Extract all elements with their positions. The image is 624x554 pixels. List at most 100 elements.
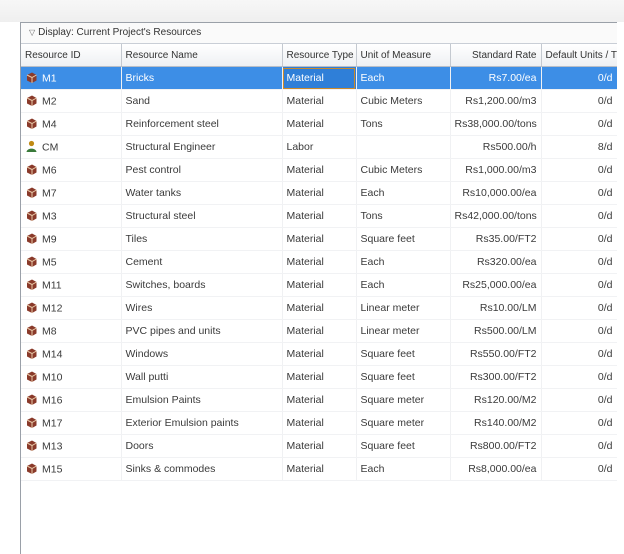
cell-resource-type[interactable]: Material	[282, 411, 357, 435]
cell-default-units[interactable]: 0/d	[541, 388, 617, 412]
cell-standard-rate[interactable]: Rs320.00/ea	[450, 250, 542, 274]
table-row[interactable]: M9 Tiles Material Square feet Rs35.00/FT2 0/d	[21, 227, 617, 251]
table-row[interactable]: M10 Wall putti Material Square feet Rs300.00…	[21, 365, 617, 389]
cell-resource-type[interactable]: Labor	[282, 135, 357, 159]
cell-resource-name[interactable]: Sinks & commodes	[121, 457, 283, 481]
cell-resource-type[interactable]: Material	[282, 158, 357, 182]
cell-resource-name[interactable]: Pest control	[121, 158, 283, 182]
cell-unit-of-measure[interactable]: Linear meter	[356, 296, 451, 320]
column-header-standard-rate[interactable]: Standard Rate	[450, 44, 542, 67]
cell-default-units[interactable]: 0/d	[541, 204, 617, 228]
cell-standard-rate[interactable]: Rs7.00/ea	[450, 66, 542, 90]
cell-resource-type[interactable]: Material	[282, 434, 357, 458]
cell-default-units[interactable]: 0/d	[541, 181, 617, 205]
cell-standard-rate[interactable]: Rs140.00/M2	[450, 411, 542, 435]
cell-resource-type[interactable]: Material	[282, 66, 357, 90]
cell-resource-type[interactable]: Material	[282, 112, 357, 136]
cell-resource-id[interactable]: M11	[21, 273, 122, 297]
cell-default-units[interactable]: 0/d	[541, 89, 617, 113]
cell-resource-id[interactable]: M7	[21, 181, 122, 205]
cell-unit-of-measure[interactable]: Square meter	[356, 388, 451, 412]
cell-resource-type[interactable]: Material	[282, 181, 357, 205]
cell-resource-name[interactable]: Structural Engineer	[121, 135, 283, 159]
cell-unit-of-measure[interactable]: Square meter	[356, 411, 451, 435]
cell-unit-of-measure[interactable]: Each	[356, 457, 451, 481]
cell-resource-type[interactable]: Material	[282, 273, 357, 297]
cell-resource-id[interactable]: M16	[21, 388, 122, 412]
cell-resource-name[interactable]: Wires	[121, 296, 283, 320]
cell-resource-type[interactable]: Material	[282, 457, 357, 481]
cell-unit-of-measure[interactable]: Cubic Meters	[356, 158, 451, 182]
cell-default-units[interactable]: 0/d	[541, 457, 617, 481]
cell-default-units[interactable]: 0/d	[541, 434, 617, 458]
table-row[interactable]: M15 Sinks & commodes Material Each Rs8,000.0…	[21, 457, 617, 481]
cell-resource-name[interactable]: Bricks	[121, 66, 283, 90]
cell-resource-type[interactable]: Material	[282, 204, 357, 228]
cell-resource-type[interactable]: Material	[282, 89, 357, 113]
cell-resource-id[interactable]: M8	[21, 319, 122, 343]
cell-standard-rate[interactable]: Rs1,000.00/m3	[450, 158, 542, 182]
table-row[interactable]: M1 Bricks Material Each Rs7.00/ea 0/d	[21, 66, 617, 90]
table-row[interactable]: M3 Structural steel Material Tons Rs42,000.0…	[21, 204, 617, 228]
cell-default-units[interactable]: 0/d	[541, 365, 617, 389]
cell-standard-rate[interactable]: Rs35.00/FT2	[450, 227, 542, 251]
cell-standard-rate[interactable]: Rs500.00/h	[450, 135, 542, 159]
cell-unit-of-measure[interactable]: Each	[356, 181, 451, 205]
cell-default-units[interactable]: 0/d	[541, 411, 617, 435]
cell-standard-rate[interactable]: Rs38,000.00/tons	[450, 112, 542, 136]
cell-resource-name[interactable]: Cement	[121, 250, 283, 274]
cell-resource-id[interactable]: CM	[21, 135, 122, 159]
cell-resource-name[interactable]: Reinforcement steel	[121, 112, 283, 136]
cell-default-units[interactable]: 0/d	[541, 112, 617, 136]
cell-resource-id[interactable]: M4	[21, 112, 122, 136]
cell-unit-of-measure[interactable]: Square feet	[356, 342, 451, 366]
display-filter-bar[interactable]: ▽ Display: Current Project's Resources	[21, 23, 617, 44]
cell-resource-type[interactable]: Material	[282, 250, 357, 274]
column-header-resource-name[interactable]: Resource Name	[121, 44, 283, 67]
table-row[interactable]: M8 PVC pipes and units Material Linear mete…	[21, 319, 617, 343]
cell-resource-name[interactable]: Sand	[121, 89, 283, 113]
cell-resource-id[interactable]: M15	[21, 457, 122, 481]
cell-resource-type[interactable]: Material	[282, 296, 357, 320]
cell-unit-of-measure[interactable]: Square feet	[356, 434, 451, 458]
cell-unit-of-measure[interactable]	[356, 135, 451, 159]
cell-resource-id[interactable]: M13	[21, 434, 122, 458]
cell-unit-of-measure[interactable]: Each	[356, 66, 451, 90]
cell-resource-type[interactable]: Material	[282, 227, 357, 251]
cell-resource-name[interactable]: Wall putti	[121, 365, 283, 389]
table-row[interactable]: M5 Cement Material Each Rs320.00/ea 0/d	[21, 250, 617, 274]
cell-resource-id[interactable]: M1	[21, 66, 122, 90]
cell-standard-rate[interactable]: Rs120.00/M2	[450, 388, 542, 412]
cell-resource-type[interactable]: Material	[282, 365, 357, 389]
cell-resource-id[interactable]: M3	[21, 204, 122, 228]
cell-resource-id[interactable]: M17	[21, 411, 122, 435]
cell-default-units[interactable]: 8/d	[541, 135, 617, 159]
table-row[interactable]: M6 Pest control Material Cubic Meters Rs1,00…	[21, 158, 617, 182]
cell-resource-id[interactable]: M14	[21, 342, 122, 366]
cell-standard-rate[interactable]: Rs10,000.00/ea	[450, 181, 542, 205]
table-row[interactable]: M7 Water tanks Material Each Rs10,000.00/ea 0…	[21, 181, 617, 205]
cell-resource-type[interactable]: Material	[282, 319, 357, 343]
cell-unit-of-measure[interactable]: Linear meter	[356, 319, 451, 343]
cell-standard-rate[interactable]: Rs8,000.00/ea	[450, 457, 542, 481]
cell-resource-id[interactable]: M6	[21, 158, 122, 182]
cell-standard-rate[interactable]: Rs42,000.00/tons	[450, 204, 542, 228]
collapse-triangle-icon[interactable]: ▽	[29, 28, 35, 37]
cell-resource-name[interactable]: Windows	[121, 342, 283, 366]
cell-unit-of-measure[interactable]: Each	[356, 273, 451, 297]
cell-standard-rate[interactable]: Rs500.00/LM	[450, 319, 542, 343]
table-row[interactable]: CM Structural Engineer Labor Rs500.00/h 8/d	[21, 135, 617, 159]
table-row[interactable]: M2 Sand Material Cubic Meters Rs1,200.00/m3 0…	[21, 89, 617, 113]
cell-unit-of-measure[interactable]: Tons	[356, 204, 451, 228]
cell-standard-rate[interactable]: Rs25,000.00/ea	[450, 273, 542, 297]
cell-resource-name[interactable]: Tiles	[121, 227, 283, 251]
table-row[interactable]: M11 Switches, boards Material Each Rs25,000.…	[21, 273, 617, 297]
cell-default-units[interactable]: 0/d	[541, 319, 617, 343]
cell-resource-name[interactable]: PVC pipes and units	[121, 319, 283, 343]
table-row[interactable]: M16 Emulsion Paints Material Square meter Rs…	[21, 388, 617, 412]
column-header-default-units[interactable]: Default Units / Time	[541, 44, 617, 67]
cell-default-units[interactable]: 0/d	[541, 342, 617, 366]
cell-resource-name[interactable]: Switches, boards	[121, 273, 283, 297]
table-row[interactable]: M13 Doors Material Square feet Rs800.00/FT2 0…	[21, 434, 617, 458]
cell-unit-of-measure[interactable]: Tons	[356, 112, 451, 136]
